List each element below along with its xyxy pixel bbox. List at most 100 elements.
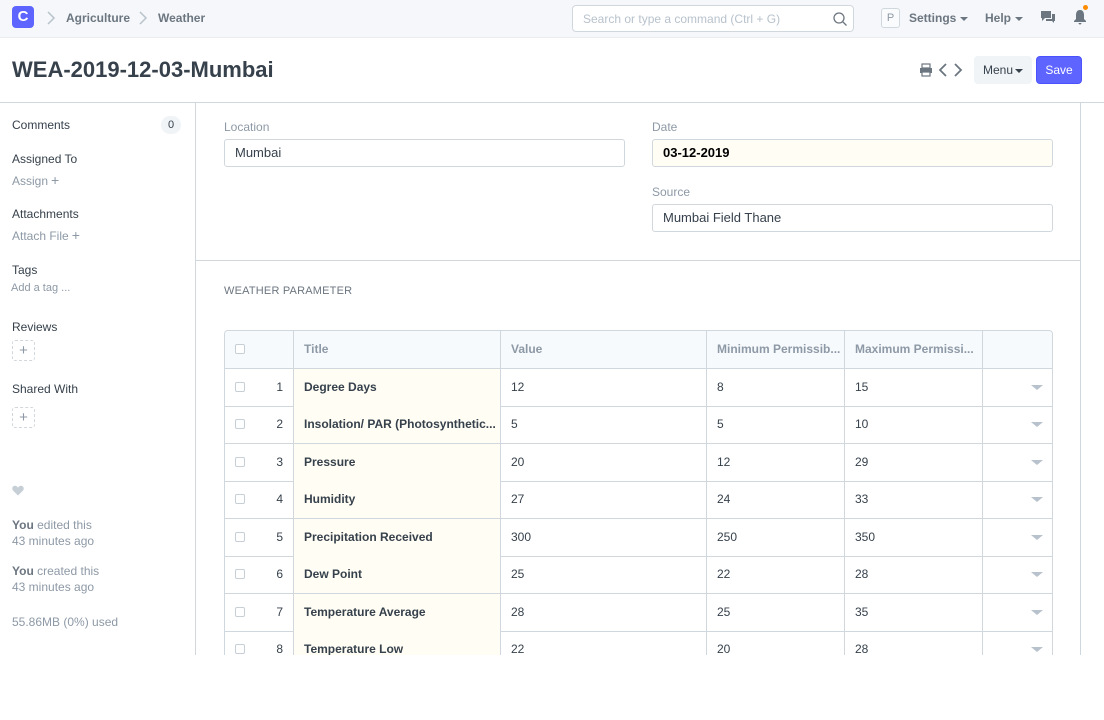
title-cell[interactable]: Temperature Average <box>294 593 501 631</box>
row-checkbox[interactable] <box>235 419 245 429</box>
row-checkbox[interactable] <box>235 456 245 467</box>
row-number: 5 <box>276 529 283 544</box>
table-row[interactable]: 3 Pressure 20 12 29 <box>225 443 1052 482</box>
row-checkbox[interactable] <box>235 644 245 654</box>
row-checkbox[interactable] <box>235 606 245 617</box>
minimum-cell[interactable]: 5 <box>707 406 845 443</box>
minimum-cell[interactable]: 8 <box>707 368 845 406</box>
table-row[interactable]: 5 Precipitation Received 300 250 350 <box>225 518 1052 557</box>
value-cell[interactable]: 5 <box>501 406 707 443</box>
caret-down-icon[interactable] <box>1031 384 1043 390</box>
row-checkbox[interactable] <box>235 569 245 579</box>
row-checkbox[interactable] <box>235 494 245 504</box>
minimum-cell[interactable]: 25 <box>707 593 845 631</box>
assign-link[interactable]: Assign + <box>12 173 59 188</box>
minimum-cell[interactable]: 12 <box>707 443 845 481</box>
title-cell[interactable]: Humidity <box>294 481 501 518</box>
caret-down-icon[interactable] <box>1031 609 1043 615</box>
app-logo[interactable]: C <box>12 6 34 28</box>
title-cell[interactable]: Dew Point <box>294 556 501 593</box>
caret-down-icon[interactable] <box>1031 534 1043 540</box>
table-row[interactable]: 2 Insolation/ PAR (Photosynthetic... 5 5 10 <box>225 406 1052 444</box>
breadcrumb-agriculture[interactable]: Agriculture <box>66 11 130 25</box>
chat-icon[interactable] <box>1040 10 1056 24</box>
minimum-cell[interactable]: 250 <box>707 518 845 556</box>
title-cell[interactable]: Degree Days <box>294 368 501 406</box>
minimum-cell[interactable]: 20 <box>707 631 845 655</box>
column-header-title: Title <box>294 331 501 368</box>
add-tag-link[interactable]: Add a tag ... <box>11 282 70 295</box>
row-select-cell: 2 <box>225 406 294 443</box>
heart-icon[interactable] <box>12 485 24 496</box>
table-row[interactable]: 7 Temperature Average 28 25 35 <box>225 593 1052 632</box>
table-row[interactable]: 6 Dew Point 25 22 28 <box>225 556 1052 594</box>
add-review-button[interactable]: + <box>12 340 35 361</box>
comments-label[interactable]: Comments <box>12 118 70 132</box>
title-cell[interactable]: Insolation/ PAR (Photosynthetic... <box>294 406 501 443</box>
source-field[interactable]: Mumbai Field Thane <box>652 204 1053 232</box>
caret-down-icon[interactable] <box>1031 497 1043 502</box>
row-select-cell: 6 <box>225 556 294 593</box>
menu-label: Menu <box>982 63 1014 77</box>
value-cell[interactable]: 20 <box>501 443 707 481</box>
chevron-left-icon[interactable] <box>938 63 948 77</box>
table-row[interactable]: 1 Degree Days 12 8 15 <box>225 368 1052 407</box>
title-cell[interactable]: Pressure <box>294 443 501 481</box>
attach-file-label: Attach File <box>12 229 69 243</box>
maximum-cell[interactable]: 28 <box>845 556 983 593</box>
caret-down-icon[interactable] <box>1031 422 1043 427</box>
breadcrumb-weather[interactable]: Weather <box>158 11 205 25</box>
attach-file-link[interactable]: Attach File + <box>12 228 80 243</box>
activity-edited: You edited this 43 minutes ago <box>12 517 94 549</box>
table-row[interactable]: 8 Temperature Low 22 20 28 <box>225 631 1052 655</box>
row-number: 3 <box>276 454 283 469</box>
add-share-button[interactable]: + <box>12 407 35 428</box>
minimum-cell[interactable]: 24 <box>707 481 845 518</box>
search-input[interactable]: Search or type a command (Ctrl + G) <box>572 5 854 32</box>
section-divider <box>196 260 1081 261</box>
location-field[interactable]: Mumbai <box>224 139 625 167</box>
help-label: Help <box>985 11 1012 25</box>
bell-icon[interactable] <box>1073 9 1087 25</box>
row-actions-cell <box>983 519 1052 556</box>
column-header-value: Value <box>501 331 707 368</box>
maximum-cell[interactable]: 10 <box>845 406 983 443</box>
row-number: 7 <box>276 604 283 619</box>
minimum-cell[interactable]: 22 <box>707 556 845 593</box>
row-actions-cell <box>983 631 1052 655</box>
maximum-cell[interactable]: 35 <box>845 593 983 631</box>
row-checkbox[interactable] <box>235 531 245 542</box>
value-cell[interactable]: 27 <box>501 481 707 518</box>
section-title: WEATHER PARAMETER <box>224 285 353 297</box>
settings-dropdown[interactable]: Settings <box>909 11 969 25</box>
value-cell[interactable]: 28 <box>501 593 707 631</box>
row-number: 1 <box>276 379 283 394</box>
select-all-checkbox[interactable] <box>235 344 245 354</box>
chevron-right-icon[interactable] <box>953 63 963 77</box>
title-cell[interactable]: Precipitation Received <box>294 518 501 556</box>
row-number: 6 <box>276 567 283 581</box>
save-button[interactable]: Save <box>1036 56 1082 84</box>
caret-down-icon[interactable] <box>1031 647 1043 652</box>
maximum-cell[interactable]: 33 <box>845 481 983 518</box>
row-checkbox[interactable] <box>235 381 245 392</box>
attachments-label: Attachments <box>12 207 79 221</box>
maximum-cell[interactable]: 28 <box>845 631 983 655</box>
title-cell[interactable]: Temperature Low <box>294 631 501 655</box>
caret-down-icon[interactable] <box>1031 572 1043 577</box>
maximum-cell[interactable]: 15 <box>845 368 983 406</box>
maximum-cell[interactable]: 29 <box>845 443 983 481</box>
avatar[interactable]: P <box>881 8 900 28</box>
caret-down-icon[interactable] <box>1031 459 1043 465</box>
row-select-cell: 4 <box>225 481 294 518</box>
date-field[interactable]: 03-12-2019 <box>652 139 1053 167</box>
menu-button[interactable]: Menu <box>974 56 1032 84</box>
table-row[interactable]: 4 Humidity 27 24 33 <box>225 481 1052 519</box>
print-icon[interactable] <box>919 63 933 77</box>
value-cell[interactable]: 25 <box>501 556 707 593</box>
maximum-cell[interactable]: 350 <box>845 518 983 556</box>
value-cell[interactable]: 22 <box>501 631 707 655</box>
value-cell[interactable]: 300 <box>501 518 707 556</box>
help-dropdown[interactable]: Help <box>985 11 1024 25</box>
value-cell[interactable]: 12 <box>501 368 707 406</box>
